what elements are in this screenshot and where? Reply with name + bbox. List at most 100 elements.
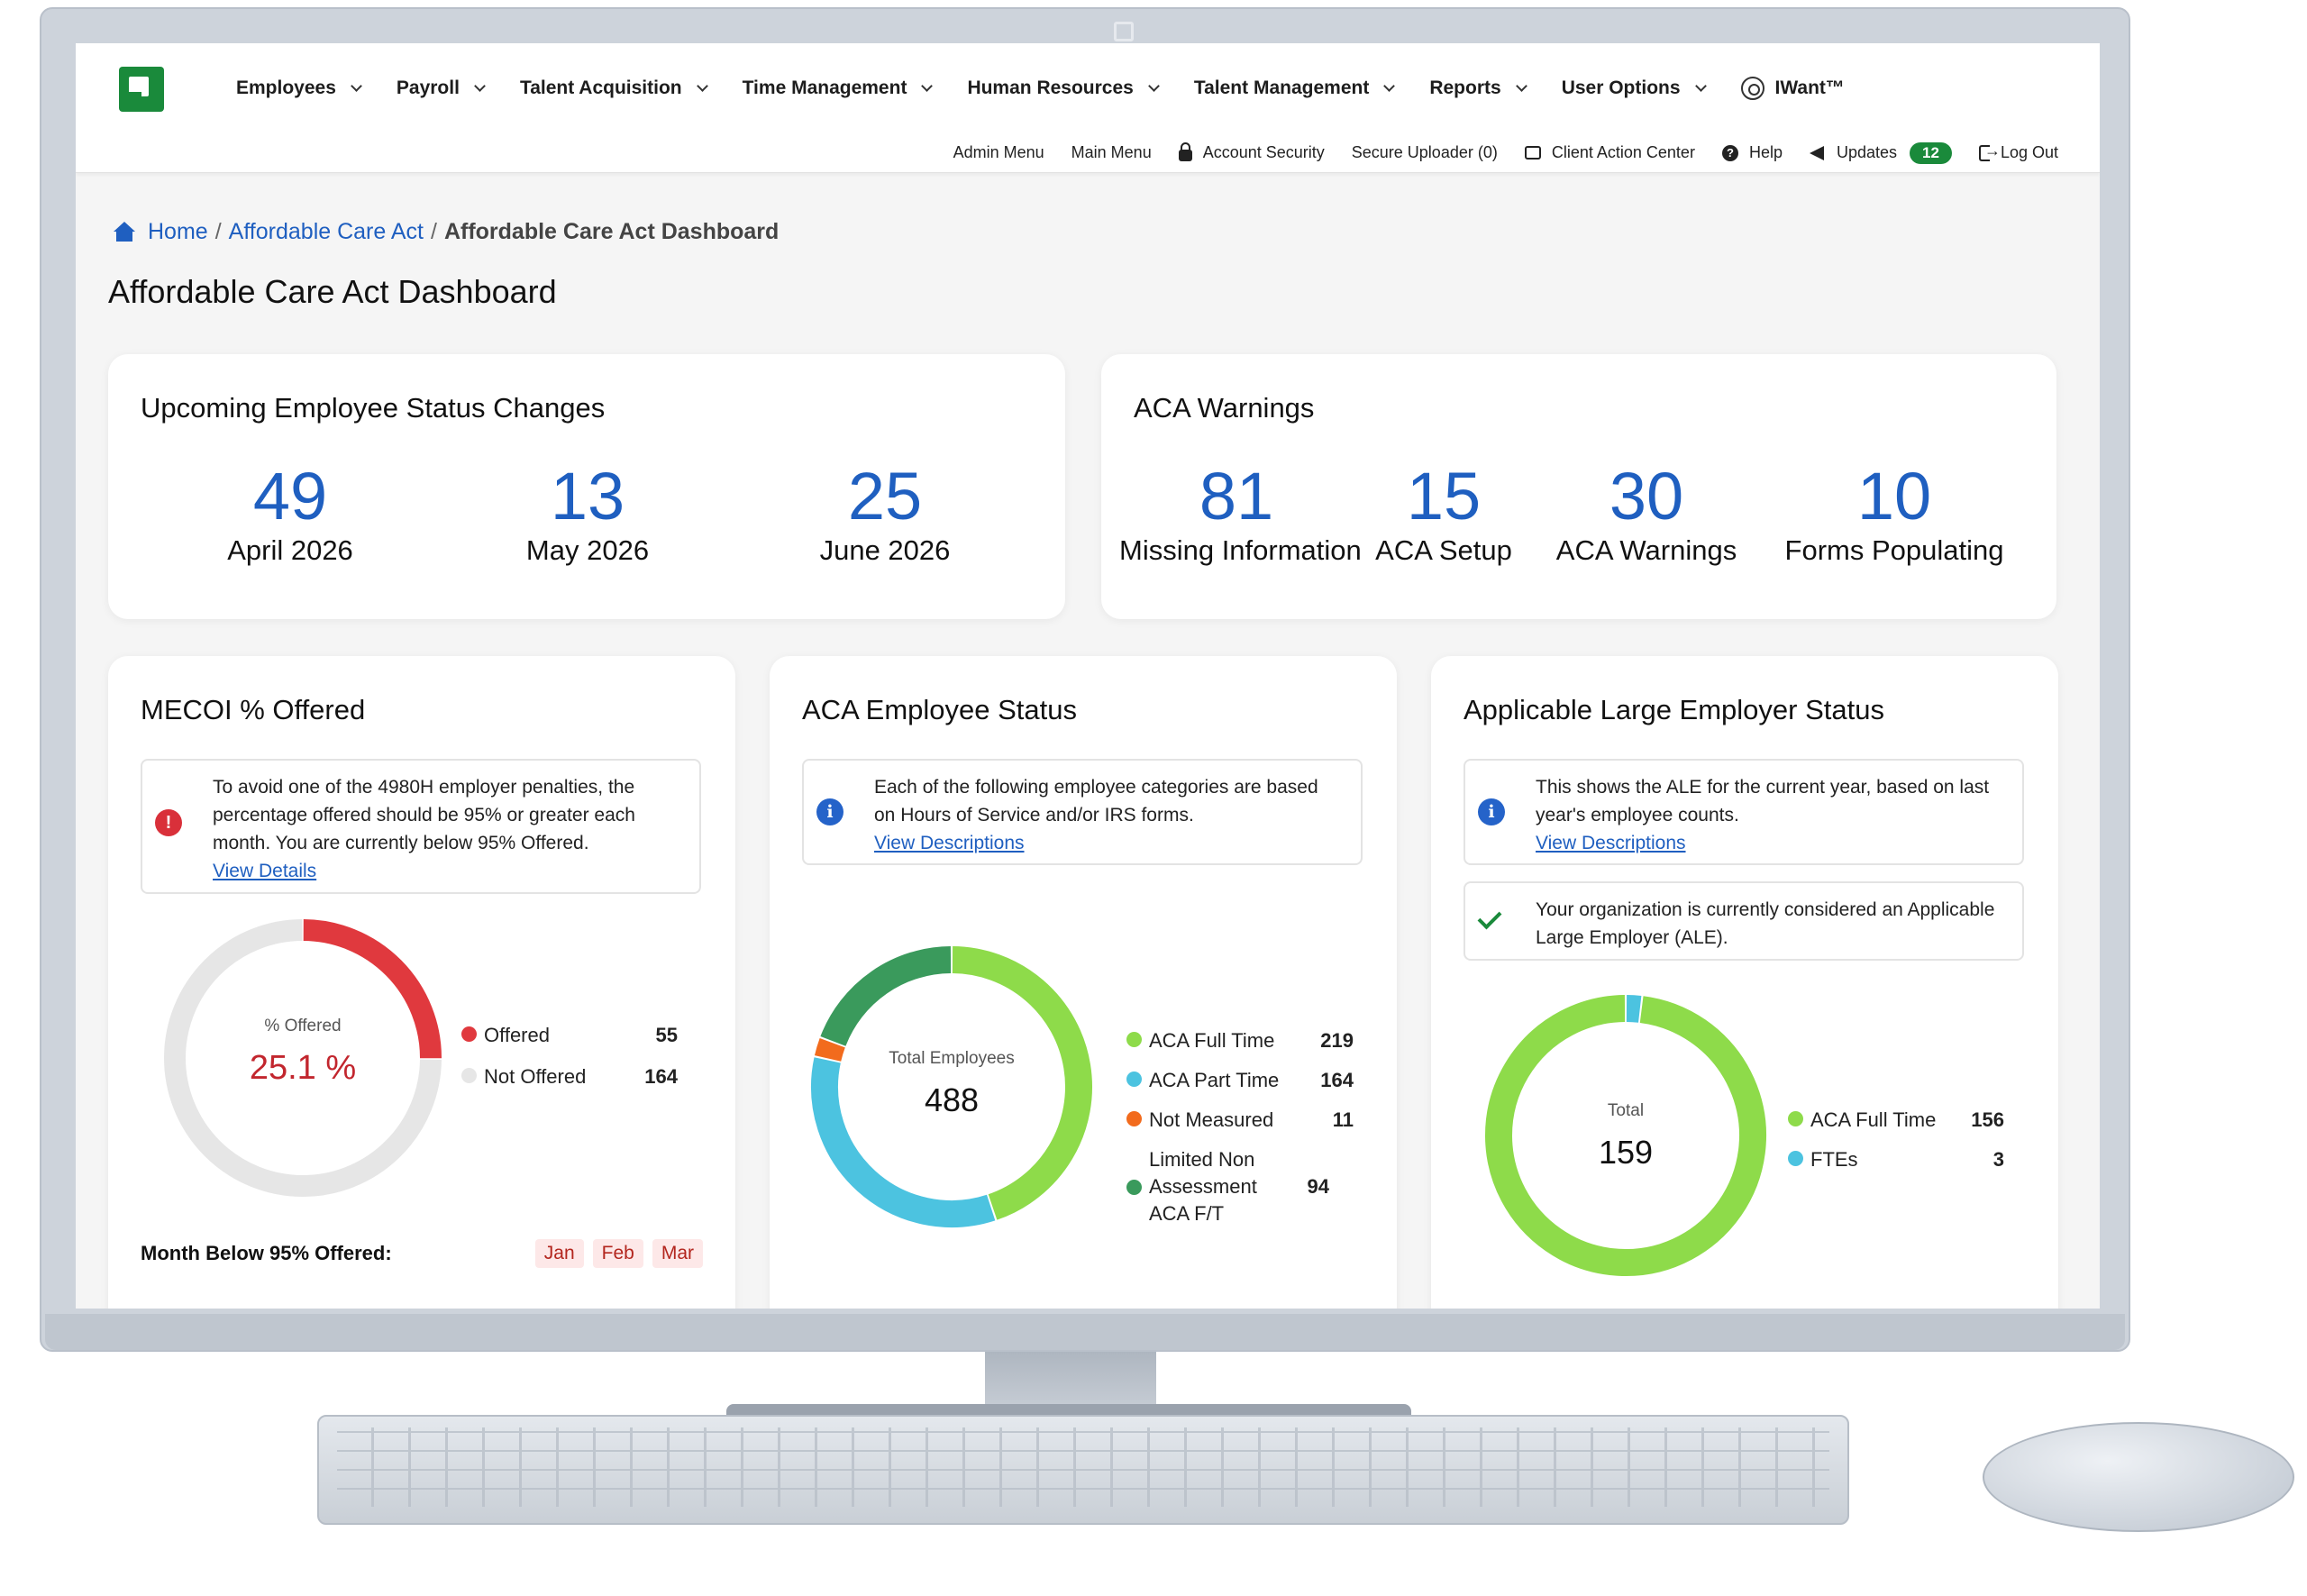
- month-pill: Mar: [652, 1239, 703, 1268]
- screen: Employees Payroll Talent Acquisition Tim…: [76, 43, 2100, 1309]
- legend-dot: [1126, 1179, 1142, 1195]
- status-notice: i Each of the following employee categor…: [802, 759, 1363, 865]
- sub-label: Admin Menu: [953, 143, 1044, 161]
- legend-item[interactable]: Offered 55: [461, 1022, 678, 1049]
- stat-label: Missing Information: [1119, 534, 1362, 566]
- top-nav: Employees Payroll Talent Acquisition Tim…: [76, 43, 2100, 133]
- account-security-link[interactable]: Account Security: [1178, 142, 1325, 162]
- legend-item[interactable]: ACA Part Time 164: [1126, 1067, 1354, 1094]
- month-pill: Feb: [592, 1239, 643, 1268]
- mouse: [1983, 1422, 2294, 1532]
- secure-uploader-link[interactable]: Secure Uploader (0): [1352, 143, 1498, 162]
- notice-text: This shows the ALE for the current year,…: [1536, 777, 1990, 825]
- ale-legend: ACA Full Time 156 FTEs 3: [1788, 1107, 2004, 1188]
- home-icon[interactable]: [112, 221, 137, 243]
- legend-item[interactable]: Not Measured 11: [1126, 1107, 1354, 1134]
- menu-human-resources[interactable]: Human Resources: [949, 74, 1175, 103]
- updates-link[interactable]: Updates 12: [1809, 141, 1952, 164]
- legend-value: 219: [1320, 1029, 1354, 1052]
- notice-text: Each of the following employee categorie…: [874, 777, 1318, 825]
- ale-notice: i This shows the ALE for the current yea…: [1464, 759, 2024, 865]
- client-action-center-link[interactable]: Client Action Center: [1524, 143, 1695, 162]
- updates-count-badge: 12: [1910, 141, 1952, 164]
- stat-value: 15: [1406, 459, 1482, 534]
- stat-label: ACA Warnings: [1555, 534, 1737, 566]
- menu-reports[interactable]: Reports: [1411, 74, 1543, 103]
- center-value: 25.1 %: [249, 1049, 357, 1087]
- mecoi-notice: ! To avoid one of the 4980H employer pen…: [141, 759, 701, 894]
- log-out-link[interactable]: Log Out: [1978, 141, 2058, 162]
- keyboard: [317, 1415, 1849, 1525]
- legend-label: ACA Full Time: [1149, 1029, 1275, 1052]
- status-center: Total Employees 488: [809, 1049, 1094, 1119]
- view-descriptions-link[interactable]: View Descriptions: [1536, 833, 1686, 853]
- months-title: Month Below 95% Offered:: [141, 1242, 392, 1264]
- status-legend: ACA Full Time 219 ACA Part Time 164 Not Me…: [1126, 1027, 1354, 1242]
- stat-label: April 2026: [227, 534, 353, 566]
- keyboard-keys: [337, 1427, 1829, 1507]
- chevron-down-icon: [696, 80, 708, 92]
- legend-item[interactable]: FTEs 3: [1788, 1146, 2004, 1173]
- menu-label: IWant™: [1774, 78, 1845, 98]
- menu-label: Time Management: [742, 78, 907, 98]
- menu-talent-management[interactable]: Talent Management: [1176, 74, 1411, 103]
- legend-item[interactable]: ACA Full Time 219: [1126, 1027, 1354, 1054]
- chevron-down-icon: [921, 80, 934, 92]
- stat-aca-warnings[interactable]: 30 ACA Warnings: [1543, 461, 1750, 567]
- center-label: % Offered: [264, 1017, 342, 1035]
- legend-value: 164: [1320, 1069, 1354, 1091]
- help-link[interactable]: ? Help: [1721, 143, 1783, 162]
- sub-label: Updates: [1836, 143, 1898, 161]
- menu-iwant[interactable]: IWant™: [1723, 74, 1863, 103]
- chevron-down-icon: [1515, 80, 1527, 92]
- legend-dot: [1788, 1151, 1803, 1166]
- menu-talent-acquisition[interactable]: Talent Acquisition: [502, 74, 725, 103]
- legend-item[interactable]: Not Offered 164: [461, 1063, 678, 1090]
- legend-dot: [461, 1026, 477, 1042]
- card-title: Upcoming Employee Status Changes: [141, 392, 606, 424]
- breadcrumb-separator: /: [214, 219, 222, 244]
- admin-menu-link[interactable]: Admin Menu: [953, 143, 1044, 162]
- menu-label: Reports: [1429, 78, 1501, 98]
- legend-dot: [461, 1068, 477, 1083]
- brand-logo[interactable]: [119, 67, 164, 112]
- breadcrumb-home[interactable]: Home: [148, 219, 208, 245]
- card-title: ACA Warnings: [1134, 392, 1315, 424]
- legend-label: Not Offered: [484, 1065, 587, 1088]
- legend-item[interactable]: ACA Full Time 156: [1788, 1107, 2004, 1134]
- legend-value: 11: [1332, 1108, 1354, 1131]
- legend-value: 164: [644, 1065, 678, 1088]
- legend-item[interactable]: Limited Non Assessment ACA F/T 94: [1126, 1146, 1354, 1227]
- view-details-link[interactable]: View Details: [213, 861, 316, 881]
- center-value: 488: [924, 1081, 980, 1118]
- stat-may[interactable]: 13 May 2026: [461, 461, 714, 567]
- view-descriptions-link[interactable]: View Descriptions: [874, 833, 1025, 853]
- stat-forms-populating[interactable]: 10 Forms Populating: [1759, 461, 2029, 567]
- chevron-down-icon: [351, 80, 362, 92]
- legend-value: 156: [1971, 1108, 2004, 1131]
- stat-april[interactable]: 49 April 2026: [164, 461, 416, 567]
- menu-time-management[interactable]: Time Management: [725, 74, 950, 103]
- mecoi-center: % Offered 25.1 %: [162, 1017, 443, 1088]
- stat-june[interactable]: 25 June 2026: [759, 461, 1011, 567]
- menu-user-options[interactable]: User Options: [1544, 74, 1723, 103]
- stat-value: 10: [1856, 459, 1932, 534]
- stat-value: 30: [1609, 459, 1684, 534]
- stat-missing-information[interactable]: 81 Missing Information: [1119, 461, 1362, 567]
- donut-segment[interactable]: [820, 946, 952, 1047]
- menu-payroll[interactable]: Payroll: [378, 74, 502, 103]
- breadcrumb: Home / Affordable Care Act / Affordable …: [112, 219, 779, 245]
- lock-icon: [1178, 142, 1192, 161]
- main-menu-link[interactable]: Main Menu: [1071, 143, 1152, 162]
- breadcrumb-aca[interactable]: Affordable Care Act: [229, 219, 424, 245]
- sub-label: Client Action Center: [1551, 143, 1695, 161]
- menu-employees[interactable]: Employees: [218, 74, 378, 103]
- stat-label: June 2026: [819, 534, 951, 566]
- breadcrumb-separator: /: [430, 219, 437, 244]
- menu-label: Employees: [236, 78, 336, 98]
- legend-label: Offered: [484, 1024, 550, 1046]
- check-icon: [1477, 905, 1502, 930]
- donut-segment[interactable]: [1626, 995, 1642, 1023]
- center-value: 159: [1598, 1134, 1654, 1171]
- stat-aca-setup[interactable]: 15 ACA Setup: [1363, 461, 1525, 567]
